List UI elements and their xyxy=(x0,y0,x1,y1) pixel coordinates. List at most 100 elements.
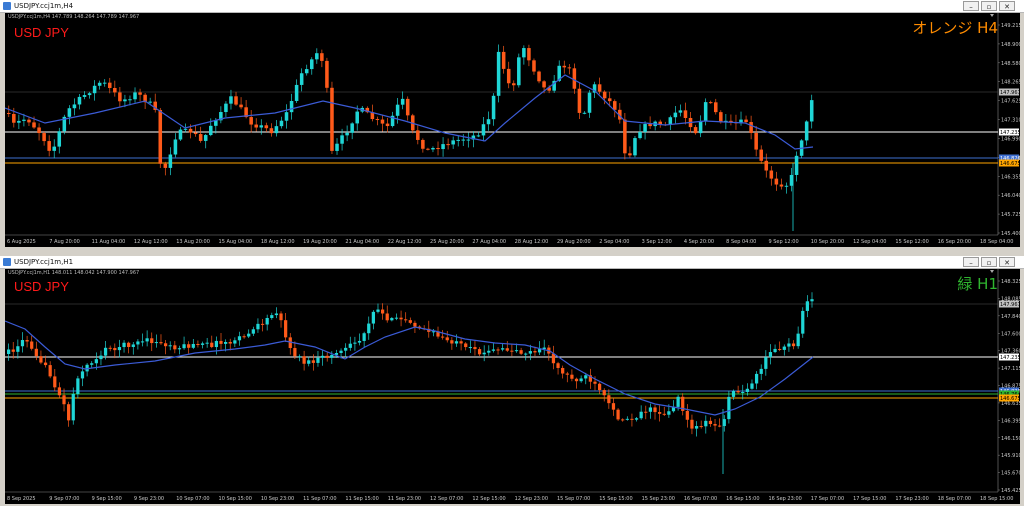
candle-body xyxy=(90,363,94,365)
price-tick-label: 148.900 xyxy=(1001,42,1020,48)
candle-body xyxy=(12,114,16,123)
candle-body xyxy=(685,410,689,420)
candle-body xyxy=(754,132,758,150)
time-tick-label: 12 Sep 07:00 xyxy=(430,496,463,502)
price-tag-label: 147.967 xyxy=(1000,90,1020,96)
candle-body xyxy=(367,323,371,334)
candle-body xyxy=(731,390,736,397)
candle-body xyxy=(209,125,213,136)
window-title: USDJPY.ccj1m,H1 xyxy=(14,258,74,266)
candle-body xyxy=(464,343,468,348)
candle-body xyxy=(481,124,486,136)
price-chart-h1[interactable]: USDJPY.ccj1m,H1 148.011 148.042 147.900 … xyxy=(5,269,1020,504)
candle-body xyxy=(168,345,172,347)
candle-body xyxy=(607,98,612,102)
titlebar-h4[interactable]: USDJPY.ccj1m,H4 – ▫ ✕ xyxy=(0,0,1024,13)
time-tick-label: 19 Aug 20:00 xyxy=(303,239,337,245)
candle-body xyxy=(496,349,500,351)
time-tick-label: 17 Sep 23:00 xyxy=(895,496,928,502)
candle-body xyxy=(145,338,149,342)
candle-body xyxy=(34,348,38,357)
candle-body xyxy=(764,160,769,171)
chart-shift-icon[interactable] xyxy=(990,270,994,273)
candle-body xyxy=(47,141,51,151)
price-tick-label: 147.600 xyxy=(1001,331,1020,337)
candle-body xyxy=(279,120,284,127)
candle-body xyxy=(159,342,163,344)
candle-body xyxy=(7,349,11,354)
candle-body xyxy=(311,360,315,363)
candle-body xyxy=(210,342,214,348)
candle-body xyxy=(562,65,567,68)
candle-body xyxy=(375,119,380,121)
price-tag-label: 146.675 xyxy=(1000,161,1020,167)
candle-body xyxy=(237,336,242,341)
candle-body xyxy=(270,315,274,318)
chart-window-h4: USDJPY.ccj1m,H4 – ▫ ✕ USDJPY.ccj1m,H4 14… xyxy=(0,0,1024,250)
candle-body xyxy=(344,347,348,351)
candle-body xyxy=(582,112,587,114)
candle-body xyxy=(533,351,537,353)
candle-body xyxy=(482,352,486,355)
time-tick-label: 12 Sep 04:00 xyxy=(853,239,886,245)
candle-body xyxy=(764,357,768,369)
candle-body xyxy=(784,185,789,187)
candle-body xyxy=(380,119,385,124)
candle-body xyxy=(436,148,440,150)
candle-body xyxy=(150,338,154,344)
price-chart-h4[interactable]: USDJPY.ccj1m,H4 147.789 148.264 147.789 … xyxy=(5,13,1020,247)
candle-body xyxy=(362,333,366,341)
maximize-icon[interactable]: ▫ xyxy=(981,257,997,267)
candle-body xyxy=(52,146,56,151)
time-tick-label: 12 Sep 15:00 xyxy=(472,496,505,502)
candle-body xyxy=(542,81,546,88)
candle-body xyxy=(80,371,85,379)
minimize-icon[interactable]: – xyxy=(963,1,979,11)
candle-body xyxy=(510,350,514,352)
chart-shift-icon[interactable] xyxy=(990,14,994,17)
price-tick-label: 146.150 xyxy=(1001,436,1020,442)
minimize-icon[interactable]: – xyxy=(963,257,979,267)
candle-body xyxy=(451,140,455,145)
candle-body xyxy=(158,109,163,164)
candle-body xyxy=(621,419,625,421)
candle-body xyxy=(668,117,673,125)
time-tick-label: 29 Aug 20:00 xyxy=(557,239,591,245)
candles-svg-h4: 149.215 148.900 148.580 148.265 147.625 147.3… xyxy=(5,13,1020,245)
time-tick-label: 3 Sep 12:00 xyxy=(642,239,672,245)
candle-body xyxy=(593,381,597,384)
maximize-icon[interactable]: ▫ xyxy=(981,1,997,11)
candle-body xyxy=(390,318,394,321)
candle-body xyxy=(224,341,228,344)
candle-body xyxy=(385,313,389,321)
candle-body xyxy=(694,426,699,429)
price-tick-label: 147.310 xyxy=(1001,118,1020,124)
candle-body xyxy=(638,131,642,139)
candle-body xyxy=(294,84,299,101)
candle-body xyxy=(400,98,405,105)
candle-body xyxy=(532,60,536,72)
time-tick-label: 13 Aug 20:00 xyxy=(176,239,210,245)
candle-body xyxy=(22,119,26,121)
titlebar-h1[interactable]: USDJPY.ccj1m,H1 – ▫ ✕ xyxy=(0,256,1024,269)
candle-body xyxy=(616,409,620,420)
close-icon[interactable]: ✕ xyxy=(999,257,1015,267)
candle-body xyxy=(39,356,43,363)
price-tick-label: 145.425 xyxy=(1001,488,1020,494)
candle-body xyxy=(310,59,314,70)
candle-body xyxy=(348,343,352,348)
candle-body xyxy=(133,92,137,100)
candle-body xyxy=(736,390,740,393)
time-tick-label: 15 Sep 07:00 xyxy=(557,496,590,502)
candle-body xyxy=(198,134,203,141)
time-tick-label: 11 Sep 23:00 xyxy=(388,496,421,502)
candle-body xyxy=(522,48,526,58)
candle-body xyxy=(177,348,182,350)
candle-body xyxy=(809,100,814,122)
candle-body xyxy=(408,320,412,323)
close-icon[interactable]: ✕ xyxy=(999,1,1015,11)
candle-body xyxy=(517,57,521,86)
candle-body xyxy=(25,340,29,342)
candle-body xyxy=(289,100,294,113)
price-tick-label: 149.215 xyxy=(1001,23,1020,29)
